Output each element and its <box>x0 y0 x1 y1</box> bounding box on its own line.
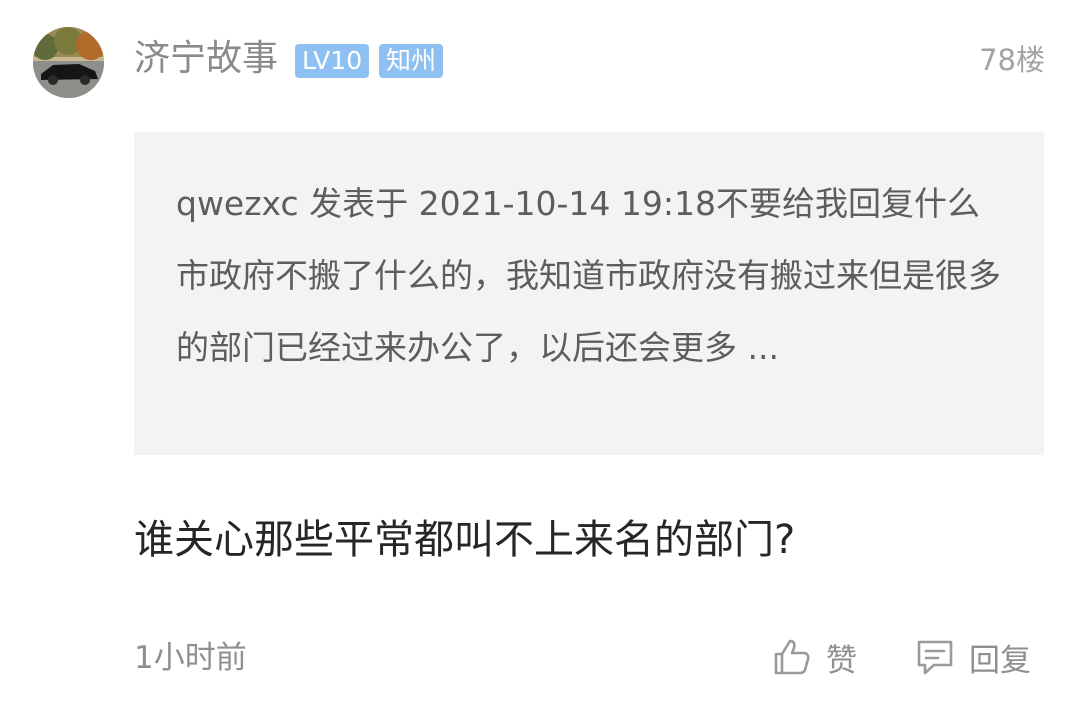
reply-content: 谁关心那些平常都叫不上来名的部门? <box>134 517 796 563</box>
avatar-car-image <box>33 27 104 98</box>
floor-number: 78楼 <box>979 43 1045 77</box>
forum-post: 济宁故事 LV10 知州 78楼 qwezxc 发表于 2021-10-14 1… <box>0 0 1080 723</box>
location-badge: 知州 <box>379 44 444 78</box>
username[interactable]: 济宁故事 <box>134 34 278 84</box>
level-badge: LV10 <box>295 44 370 78</box>
thumbs-up-icon <box>770 635 814 679</box>
avatar[interactable] <box>33 27 104 98</box>
like-button[interactable]: 赞 <box>770 632 857 682</box>
quoted-post-text: qwezxc 发表于 2021-10-14 19:18不要给我回复什么市政府不搬… <box>176 184 1001 367</box>
quoted-post[interactable]: qwezxc 发表于 2021-10-14 19:18不要给我回复什么市政府不搬… <box>134 132 1044 455</box>
post-time: 1小时前 <box>134 640 247 676</box>
comment-icon <box>913 635 957 679</box>
reply-label: 回复 <box>969 642 1031 679</box>
like-label: 赞 <box>826 642 857 679</box>
reply-button[interactable]: 回复 <box>913 632 1031 682</box>
